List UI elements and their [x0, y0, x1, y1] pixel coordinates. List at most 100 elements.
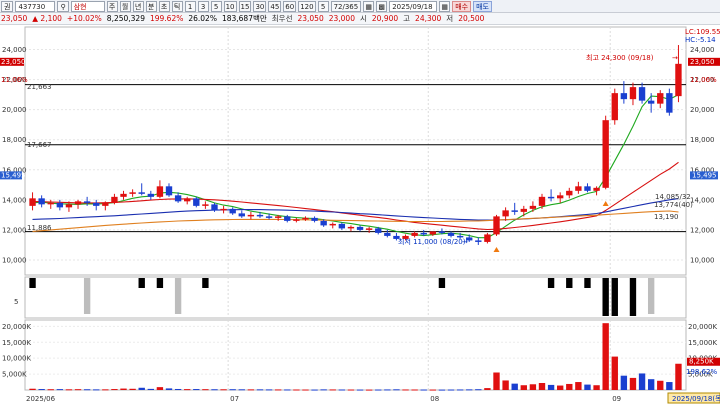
menu-button[interactable]: 권 — [1, 0, 14, 12]
volume-ratio: 199.62% — [149, 14, 184, 23]
candle-down — [547, 196, 555, 199]
candle-down — [356, 226, 364, 230]
candle-down — [647, 100, 655, 104]
volume-tick-left: 20,000K — [2, 323, 31, 331]
right-current-pct: 11.06% — [690, 76, 717, 84]
ma-label-1: 14,085/32 — [655, 193, 691, 201]
interval-button-60[interactable]: 60 — [283, 0, 297, 12]
period-button-minute[interactable]: 분 — [145, 0, 157, 12]
candle-up — [293, 219, 300, 221]
interval-button-1[interactable]: 1 — [184, 0, 196, 12]
candle-up — [657, 93, 664, 104]
volume-bar — [265, 389, 273, 391]
calendar-icon[interactable]: ▦ — [439, 0, 451, 12]
candle-down — [511, 210, 518, 212]
candle-down — [638, 87, 646, 101]
volume-bar — [384, 389, 391, 391]
candle-down — [666, 93, 673, 113]
high-price: 24,300 — [415, 14, 442, 23]
stock-name-field[interactable]: 삼현 — [70, 0, 105, 12]
volume-bar — [347, 389, 355, 391]
candle-up — [484, 234, 491, 242]
up-arrow-icon: ▲ — [32, 14, 39, 23]
candle-up — [329, 223, 336, 226]
volume-bar — [38, 389, 45, 391]
indicator-mark-black — [202, 278, 209, 288]
current-date-label: 2025/09/18(목) — [672, 395, 720, 403]
price-tick-right: 12,000 — [690, 226, 715, 234]
candle-down — [438, 231, 446, 233]
volume-bar — [566, 383, 573, 390]
interval-button-15[interactable]: 15 — [238, 0, 252, 12]
candle-down — [375, 228, 382, 233]
candle-up — [529, 205, 537, 209]
interval-button-45[interactable]: 45 — [268, 0, 282, 12]
best-bid: 23,000 — [328, 14, 355, 23]
indicator-mark-black — [438, 278, 446, 288]
time-axis-label: 2025/06 — [26, 395, 56, 403]
stock-code-input[interactable]: 437730 — [15, 0, 56, 12]
candle-down — [56, 202, 64, 208]
volume-bar — [120, 388, 127, 390]
candle-up — [29, 198, 36, 206]
best-price-label: 최우선 — [271, 14, 293, 23]
period-button-tick[interactable]: 틱 — [171, 0, 183, 12]
volume-bar — [302, 389, 309, 391]
price-tick-left: 12,000 — [2, 226, 27, 234]
candle-down — [229, 208, 236, 214]
candle-up — [65, 204, 73, 208]
open-price: 20,900 — [371, 14, 399, 23]
lc-label: LC:109.55 — [685, 28, 720, 36]
candle-down — [384, 232, 391, 236]
period-button-second[interactable]: 초 — [158, 0, 170, 12]
candle-up — [102, 202, 109, 206]
candle-up — [274, 216, 282, 218]
interval-button-30[interactable]: 30 — [253, 0, 267, 12]
price-chart[interactable]: 2025/06 07 08 09 2025/09/18(목) 24,000 24,000 22… — [0, 25, 720, 404]
volume-tick-right: 20,000K — [688, 323, 717, 331]
indicator-mark-black — [629, 278, 637, 316]
count-display[interactable]: 72/365 — [330, 0, 362, 12]
interval-button-3[interactable]: 3 — [197, 0, 209, 12]
candle-down — [311, 217, 318, 221]
volume-bar — [420, 389, 427, 391]
candle-down — [174, 195, 182, 202]
volume-tick-left: 5,000K — [2, 371, 27, 379]
volume-bar — [647, 379, 655, 390]
candle-up — [575, 186, 582, 191]
time-axis-label: 09 — [612, 395, 621, 403]
extra-button[interactable]: 5 — [317, 0, 329, 12]
volume-bar — [365, 389, 373, 391]
low-price: 20,500 — [458, 14, 485, 23]
grid-icon[interactable]: ▩ — [376, 0, 388, 12]
volume-bar — [466, 389, 473, 391]
interval-button-120[interactable]: 120 — [298, 0, 316, 12]
interval-button-5[interactable]: 5 — [210, 0, 222, 12]
chart-type-icon[interactable]: ▦ — [363, 0, 375, 12]
price-pane — [24, 26, 687, 276]
volume-pane — [24, 319, 687, 391]
left-low-price: 15,495 — [1, 171, 26, 179]
date-input[interactable]: 2025/09/18 — [389, 0, 438, 12]
indicator-mark-gray — [83, 278, 91, 314]
chart-canvas[interactable]: 2025/06 07 08 09 2025/09/18(목)24,000 24,00022… — [0, 25, 720, 404]
interval-button-10[interactable]: 10 — [223, 0, 237, 12]
change-rate: +10.02% — [66, 14, 102, 23]
volume-bar — [402, 389, 409, 391]
volume-bar — [274, 389, 282, 391]
turnover-rate: 26.02% — [188, 14, 217, 23]
period-button-month[interactable]: 월 — [119, 0, 131, 12]
volume-bar — [611, 356, 618, 390]
volume-bar — [657, 380, 664, 390]
search-icon[interactable]: ⚲ — [57, 0, 69, 12]
price-tick-right: 10,000 — [690, 256, 715, 264]
volume-bar — [129, 388, 136, 390]
sell-button[interactable]: 매도 — [473, 0, 492, 12]
indicator-mark-gray — [174, 278, 182, 314]
candle-down — [420, 232, 427, 235]
period-button-year[interactable]: 년 — [132, 0, 144, 12]
period-button-week[interactable]: 주 — [106, 0, 118, 12]
volume-tick-left: 10,000K — [2, 355, 31, 363]
buy-button[interactable]: 매수 — [452, 0, 472, 12]
volume-bar — [193, 389, 200, 391]
